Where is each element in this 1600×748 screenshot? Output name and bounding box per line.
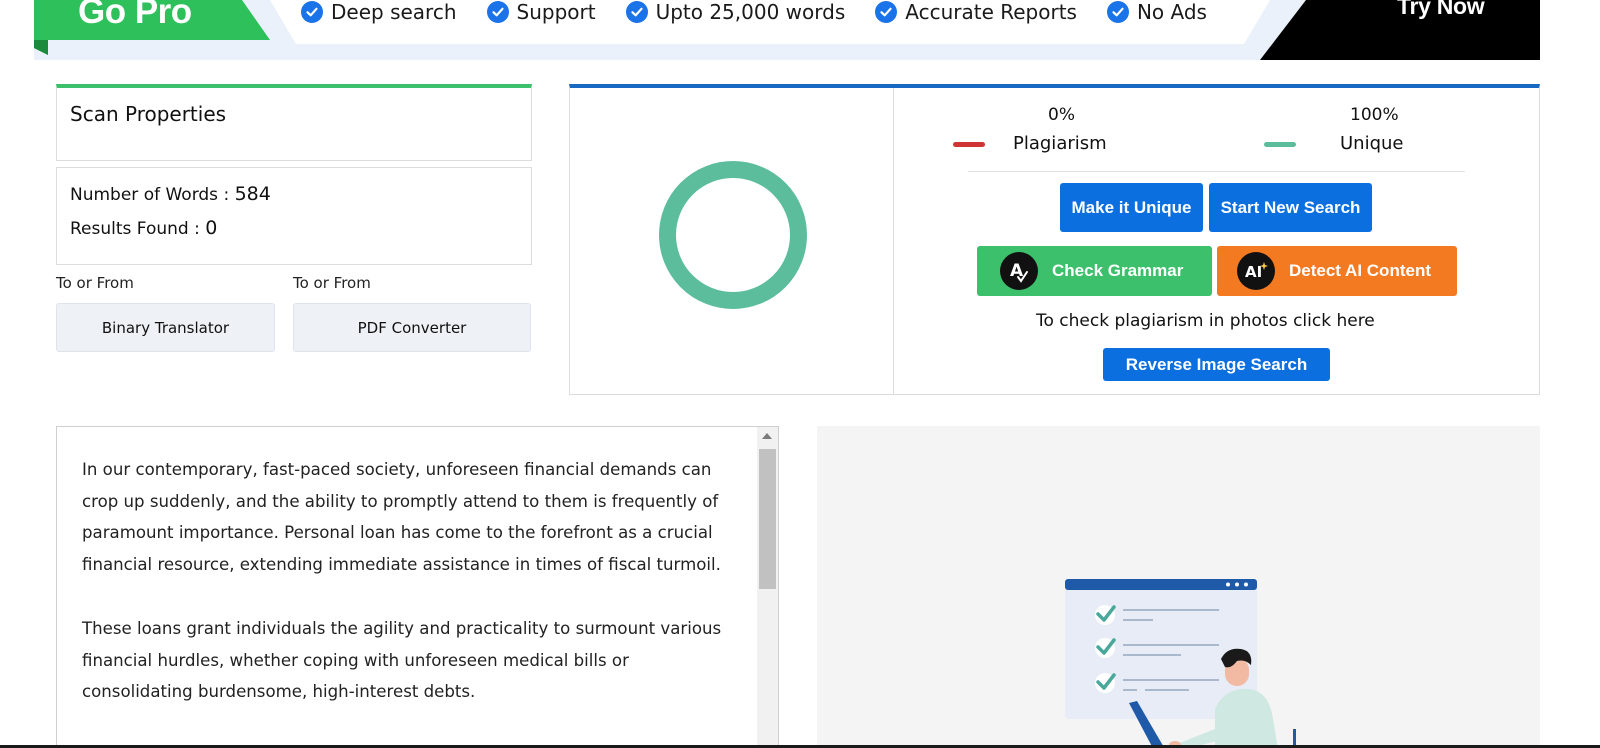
scroll-up-arrow-icon[interactable] (762, 433, 772, 439)
text-paragraph: In our contemporary, fast-paced society,… (82, 460, 721, 575)
check-grammar-label: Check Grammar (1052, 261, 1184, 280)
feature-label: Deep search (331, 0, 457, 24)
photo-plagiarism-note: To check plagiarism in photos click here (1036, 311, 1375, 331)
legend-divider (968, 171, 1465, 172)
text-paragraph: These loans grant individuals the agilit… (82, 618, 722, 702)
grammar-icon: A (1000, 252, 1038, 290)
feature-item: Accurate Reports (875, 0, 1077, 24)
feature-label: Upto 25,000 words (655, 0, 846, 24)
feature-label: No Ads (1136, 0, 1207, 24)
text-scrollbar[interactable] (757, 427, 778, 748)
unique-label: Unique (1340, 133, 1404, 154)
try-now-button[interactable]: Try Now (1397, 0, 1485, 20)
check-icon (301, 1, 323, 23)
check-grammar-button[interactable]: A Check Grammar (977, 246, 1212, 296)
make-it-unique-button[interactable]: Make it Unique (1060, 183, 1203, 232)
ai-icon: AI (1237, 252, 1275, 290)
feature-item: Support (486, 0, 596, 24)
feature-item: No Ads (1106, 0, 1207, 24)
reverse-image-search-button[interactable]: Reverse Image Search (1103, 348, 1330, 381)
detect-ai-content-label: Detect AI Content (1289, 261, 1431, 280)
feature-item: Deep search (301, 0, 457, 24)
checklist-illustration (1065, 579, 1296, 748)
plagiarism-legend-swatch (953, 142, 985, 147)
feature-label: Support (516, 0, 596, 24)
plagiarism-percent: 0% (1048, 105, 1075, 125)
pdf-converter-button[interactable]: PDF Converter (293, 303, 531, 352)
results-panel: 0% 100% Plagiarism Unique Make it Unique… (569, 84, 1540, 395)
check-icon (625, 1, 648, 23)
word-count-label: Number of Words : (70, 185, 230, 205)
word-count-value: 584 (234, 183, 271, 205)
unique-ring-arc (659, 161, 807, 309)
input-text-area[interactable]: In our contemporary, fast-paced society,… (56, 426, 779, 748)
tool-caption: To or From (56, 274, 134, 292)
scan-properties-header: Scan Properties (56, 84, 532, 161)
scan-properties-title: Scan Properties (70, 102, 227, 126)
check-icon (1106, 1, 1129, 23)
tool-caption: To or From (293, 274, 371, 292)
panel-divider (893, 88, 894, 395)
detect-ai-content-button[interactable]: AI Detect AI Content (1217, 246, 1457, 296)
illustration-panel (817, 426, 1540, 748)
scan-stats: Number of Words : 584 Results Found : 0 (56, 167, 532, 265)
results-count: Results Found : 0 (70, 217, 217, 239)
input-text-content[interactable]: In our contemporary, fast-paced society,… (82, 454, 737, 740)
check-icon (486, 1, 509, 23)
uniqueness-ring (659, 161, 807, 309)
word-count: Number of Words : 584 (70, 183, 271, 205)
results-count-value: 0 (205, 217, 218, 239)
feature-list: Deep search Support Upto 25,000 words Ac… (301, 0, 1207, 24)
feature-label: Accurate Reports (905, 0, 1077, 24)
unique-percent: 100% (1350, 105, 1399, 125)
binary-translator-button[interactable]: Binary Translator (56, 303, 275, 352)
svg-text:AI: AI (1245, 263, 1262, 281)
check-icon (875, 1, 898, 23)
go-pro-label: Go Pro (78, 0, 192, 31)
results-count-label: Results Found : (70, 219, 200, 239)
start-new-search-button[interactable]: Start New Search (1209, 183, 1372, 232)
feature-item: Upto 25,000 words (625, 0, 846, 24)
promo-banner[interactable]: Go Pro Deep search Support Upto 25,000 w… (34, 0, 1540, 60)
unique-legend-swatch (1264, 142, 1296, 147)
scrollbar-thumb[interactable] (759, 449, 776, 589)
plagiarism-label: Plagiarism (1013, 133, 1107, 154)
